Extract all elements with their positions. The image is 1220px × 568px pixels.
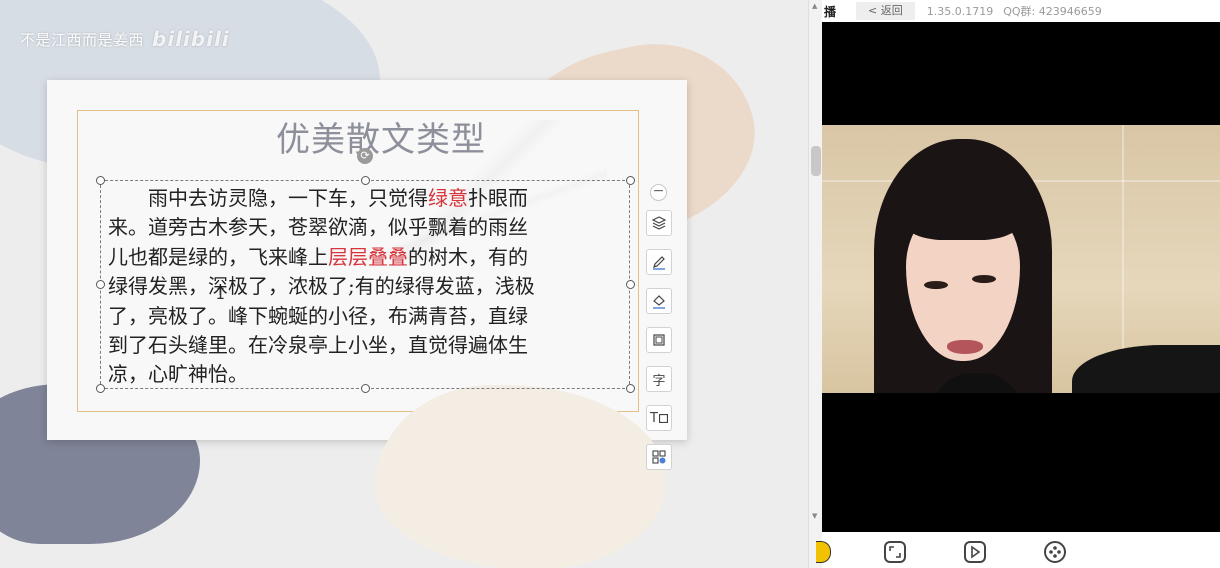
resize-handle-top-left[interactable] [96,176,105,185]
editor-vertical-scrollbar[interactable]: ▲ ▼ [808,0,822,568]
slide-editor-canvas[interactable]: 不是江西而是姜西 bilibili 优美散文类型 ⟳ 雨中去访灵隐，一下车，只觉… [0,0,808,568]
screen-capture-icon[interactable] [884,541,906,563]
paragraph-line: 来。道旁古木参天，苍翠欲滴，似乎飘着的雨丝 [108,213,628,242]
minus-icon[interactable]: − [650,184,667,201]
stream-control-bar [816,532,1220,568]
text-run: 凉，心旷神怡。 [108,362,248,387]
resize-handle-bottom-left[interactable] [96,384,105,393]
arrange-icon[interactable] [646,444,672,470]
paragraph-line: 了，亮极了。峰下蜿蜒的小径，布满青苔，直绿 [108,302,628,331]
text-run: 雨中去访灵隐，一下车，只觉得 [108,186,428,210]
text-box-icon-label: T [650,410,658,426]
border-icon[interactable] [646,327,672,353]
text-run: 到了石头缝里。在冷泉亭上小坐，直觉得遍体生 [108,333,528,358]
film-reel-icon[interactable] [1044,541,1066,563]
version-label: 1.35.0.1719 [926,4,994,18]
highlighted-text: 绿意 [428,186,468,210]
paragraph-line: 到了石头缝里。在冷泉亭上小坐，直觉得遍体生 [108,331,628,360]
pen-icon[interactable] [646,249,672,275]
qq-group-label: QQ群: 423946659 [1003,5,1102,18]
highlighted-text: 层层叠叠 [328,244,408,269]
back-button[interactable]: < 返回 [856,2,915,20]
scrollbar-thumb[interactable] [811,146,821,176]
text-run: 扑眼而 [468,186,528,210]
scroll-up-icon[interactable]: ▲ [812,2,817,10]
text-run: 的树木，有的 [408,244,528,269]
slide-title[interactable]: 优美散文类型 [276,112,516,161]
text-run: 绿得发黑，深极了，浓极了;有的绿得发蓝，浅极 [108,274,535,299]
paragraph-line: 儿也都是绿的，飞来峰上层层叠叠的树木，有的 [108,243,628,272]
text-run: 来。道旁古木参天，苍翠欲滴，似乎飘着的雨丝 [108,215,528,240]
paragraph-line: 雨中去访灵隐，一下车，只觉得绿意扑眼而 [108,184,628,213]
font-icon[interactable]: 字 [646,366,672,392]
video-watermark: 不是江西而是姜西 bilibili [20,27,230,51]
emoji-icon[interactable] [816,541,831,563]
text-run: 儿也都是绿的，飞来峰上 [108,244,328,269]
bilibili-logo: bilibili [152,27,230,51]
text-cursor-icon: I [216,285,226,303]
watermark-text: 不是江西而是姜西 [20,30,145,49]
person-eye-left [924,281,948,289]
scroll-down-icon[interactable]: ▼ [812,512,817,520]
play-video-icon[interactable] [964,541,986,563]
live-stream-panel: 播 < 返回 1.35.0.1719 QQ群: 423946659 [816,0,1220,568]
fill-icon[interactable] [646,288,672,314]
resize-handle-left[interactable] [96,280,105,289]
person-mouth [947,340,983,354]
paragraph-line: 凉，心旷神怡。 [108,360,628,389]
rotate-handle-icon[interactable]: ⟳ [357,148,373,164]
text-run: 了，亮极了。峰下蜿蜒的小径，布满青苔，直绿 [108,303,528,328]
person-clothes [1072,345,1220,393]
paragraph-line: 绿得发黑，深极了，浓极了;有的绿得发蓝，浅极 [108,272,628,301]
layers-icon[interactable] [646,210,672,236]
font-icon-label: 字 [652,373,666,389]
webcam-video [822,125,1220,393]
text-box-icon[interactable]: T [646,405,672,431]
person-eye-right [972,275,996,283]
slide-body-text[interactable]: 雨中去访灵隐，一下车，只觉得绿意扑眼而 来。道旁古木参天，苍翠欲滴，似乎飘着的雨丝… [108,184,628,390]
app-label: 播 [824,4,837,19]
stream-top-bar: 播 < 返回 1.35.0.1719 QQ群: 423946659 [822,0,1220,22]
